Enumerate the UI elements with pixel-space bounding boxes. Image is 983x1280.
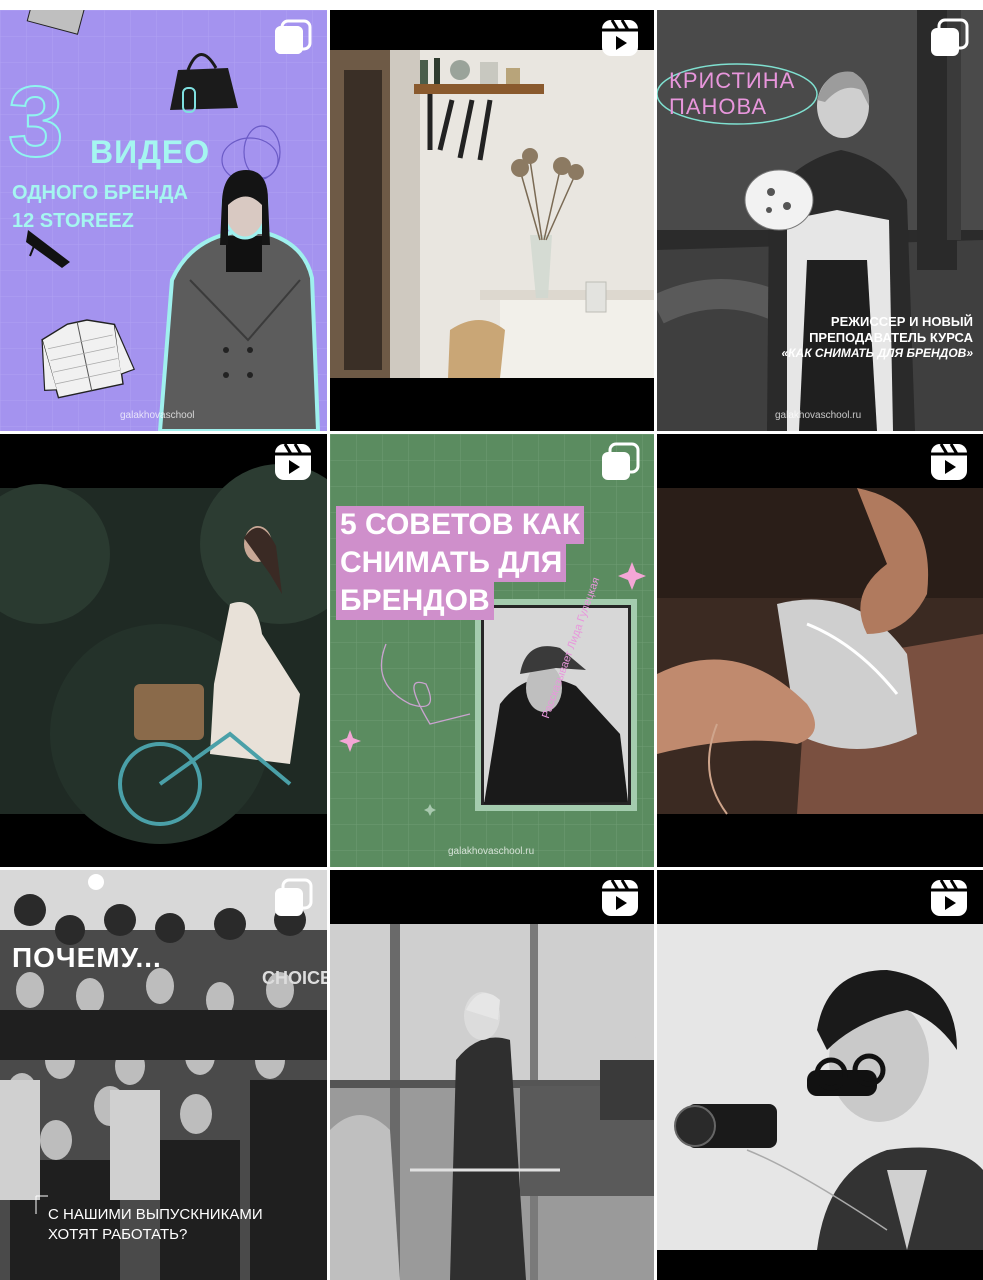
post-5-title-line-1: 5 СОВЕТОВ КАК — [336, 506, 585, 544]
reel-icon — [273, 442, 313, 482]
post-8-video-frame — [330, 870, 654, 1280]
post-tile-8[interactable] — [330, 870, 654, 1280]
post-3-description-2: ПРЕПОДАВАТЕЛЬ КУРСА — [809, 330, 973, 345]
post-5-title-line-2: СНИМАТЬ ДЛЯ — [336, 544, 567, 582]
reel-icon — [600, 878, 640, 918]
post-1-subline-2: 12 STOREEZ — [12, 210, 134, 232]
post-tile-5[interactable]: 5 СОВЕТОВ КАК СНИМАТЬ ДЛЯ БРЕНДОВ Расска… — [330, 434, 654, 867]
carousel-icon — [273, 18, 313, 58]
post-5-title-line-3: БРЕНДОВ — [336, 582, 494, 620]
post-tile-4[interactable] — [0, 434, 327, 867]
post-2-video-frame — [330, 10, 654, 431]
reel-icon — [929, 442, 969, 482]
reel-icon — [929, 878, 969, 918]
carousel-icon — [929, 18, 969, 58]
post-3-name-line-1: КРИСТИНА — [669, 68, 796, 93]
post-1-big-number: 3 — [7, 66, 65, 178]
post-tile-9[interactable] — [657, 870, 983, 1280]
post-3-name-line-2: ПАНОВА — [669, 94, 768, 119]
post-1-headline: ВИДЕО — [90, 134, 211, 170]
post-5-url: galakhovaschool.ru — [448, 846, 535, 857]
post-3-url: galakhovaschool.ru — [775, 410, 862, 421]
post-9-video-frame — [657, 870, 983, 1280]
post-tile-2[interactable] — [330, 10, 654, 431]
post-tile-7[interactable]: CHOICE ПОЧЕМУ... С НАШИМИ ВЫПУСКНИКАМИ Х… — [0, 870, 327, 1280]
post-tile-6[interactable] — [657, 434, 983, 867]
post-3-description-3: «КАК СНИМАТЬ ДЛЯ БРЕНДОВ» — [781, 346, 973, 360]
post-7-bottom-line-2: ХОТЯТ РАБОТАТЬ? — [48, 1226, 188, 1243]
post-4-video-frame — [0, 434, 327, 867]
reel-icon — [600, 18, 640, 58]
carousel-icon — [600, 442, 640, 482]
post-1-subline-1: ОДНОГО БРЕНДА — [12, 182, 188, 204]
post-tile-3[interactable]: КРИСТИНА ПАНОВА РЕЖИССЕР И НОВЫЙ ПРЕПОДА… — [657, 10, 983, 431]
profile-post-grid: 3 ВИДЕО ОДНОГО БРЕНДА 12 STOREEZ galakho… — [0, 0, 983, 1280]
post-1-url: galakhovaschool — [120, 410, 195, 421]
post-6-video-frame — [657, 434, 983, 867]
post-tile-1[interactable]: 3 ВИДЕО ОДНОГО БРЕНДА 12 STOREEZ galakho… — [0, 10, 327, 431]
post-7-shirt-text: CHOICE — [262, 968, 327, 988]
post-5-artwork — [330, 434, 654, 867]
carousel-icon — [273, 878, 313, 918]
post-3-description-1: РЕЖИССЕР И НОВЫЙ — [830, 314, 973, 329]
post-7-bottom-line-1: С НАШИМИ ВЫПУСКНИКАМИ — [48, 1206, 263, 1223]
post-7-headline: ПОЧЕМУ... — [12, 942, 162, 973]
